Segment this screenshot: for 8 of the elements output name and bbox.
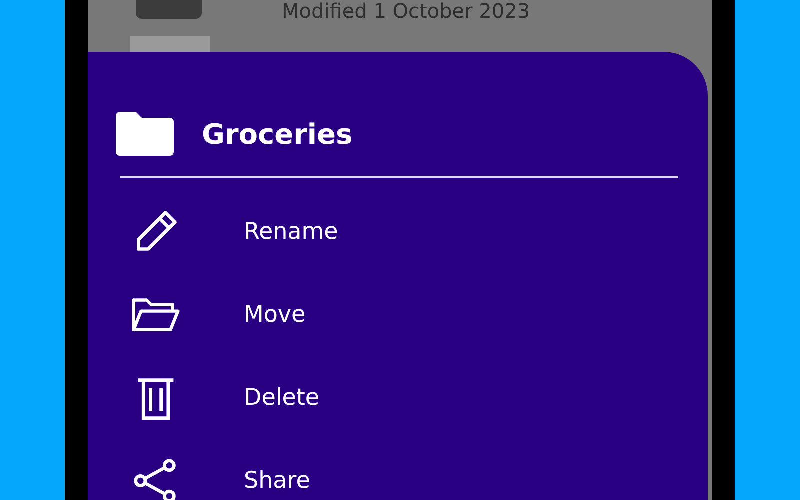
folder-name: Groceries [202,118,353,150]
menu-item[interactable]: Share [244,468,310,494]
file-thumbnail [136,0,202,19]
file-modified-date: Modified 1 October 2023 [282,0,530,23]
menu-item[interactable]: Delete [244,384,320,410]
menu-item[interactable]: Move [244,302,306,328]
folder-icon [116,112,174,156]
menu-item[interactable]: Rename [244,218,338,244]
